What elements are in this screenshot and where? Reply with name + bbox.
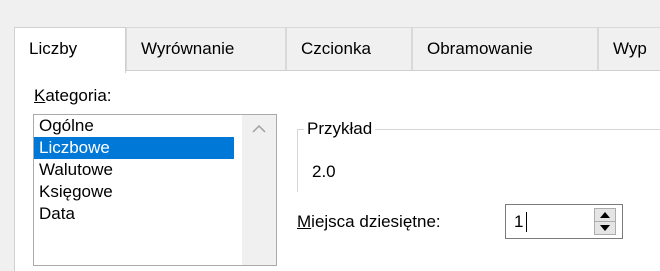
category-label: Kategoria: [34,86,112,105]
tab-liczby[interactable]: Liczby [14,27,126,73]
sample-groupbox: Przykład 2.0 [297,118,660,192]
chevron-up-icon[interactable] [242,115,276,143]
text-caret [526,212,527,232]
list-item[interactable]: Walutowe [34,159,234,181]
list-item[interactable]: Księgowe [34,181,234,203]
category-listbox[interactable]: Ogólne Liczbowe Walutowe Księgowe Data [33,114,277,266]
triangle-down-icon[interactable] [595,222,615,234]
decimal-places-label: Miejsca dziesiętne: [297,212,441,231]
listbox-scrollbar[interactable] [242,115,276,265]
spinner[interactable] [594,208,616,235]
sample-legend: Przykład [304,118,376,140]
tab-obramowanie[interactable]: Obramowanie [412,27,598,71]
triangle-up-icon[interactable] [595,209,615,221]
list-item[interactable]: Data [34,203,234,225]
decimal-places-stepper[interactable]: 1 [505,204,623,239]
decimal-places-value[interactable]: 1 [514,211,523,233]
list-item-selected[interactable]: Liczbowe [34,137,234,159]
list-item[interactable]: Ogólne [34,115,234,137]
tab-wypelnienie[interactable]: Wyp [598,27,660,71]
sample-value: 2.0 [312,162,336,181]
tab-strip: Liczby Wyrównanie Czcionka Obramowanie W… [14,27,660,73]
tab-wyrownanie[interactable]: Wyrównanie [126,27,286,71]
tab-czcionka[interactable]: Czcionka [286,27,412,71]
